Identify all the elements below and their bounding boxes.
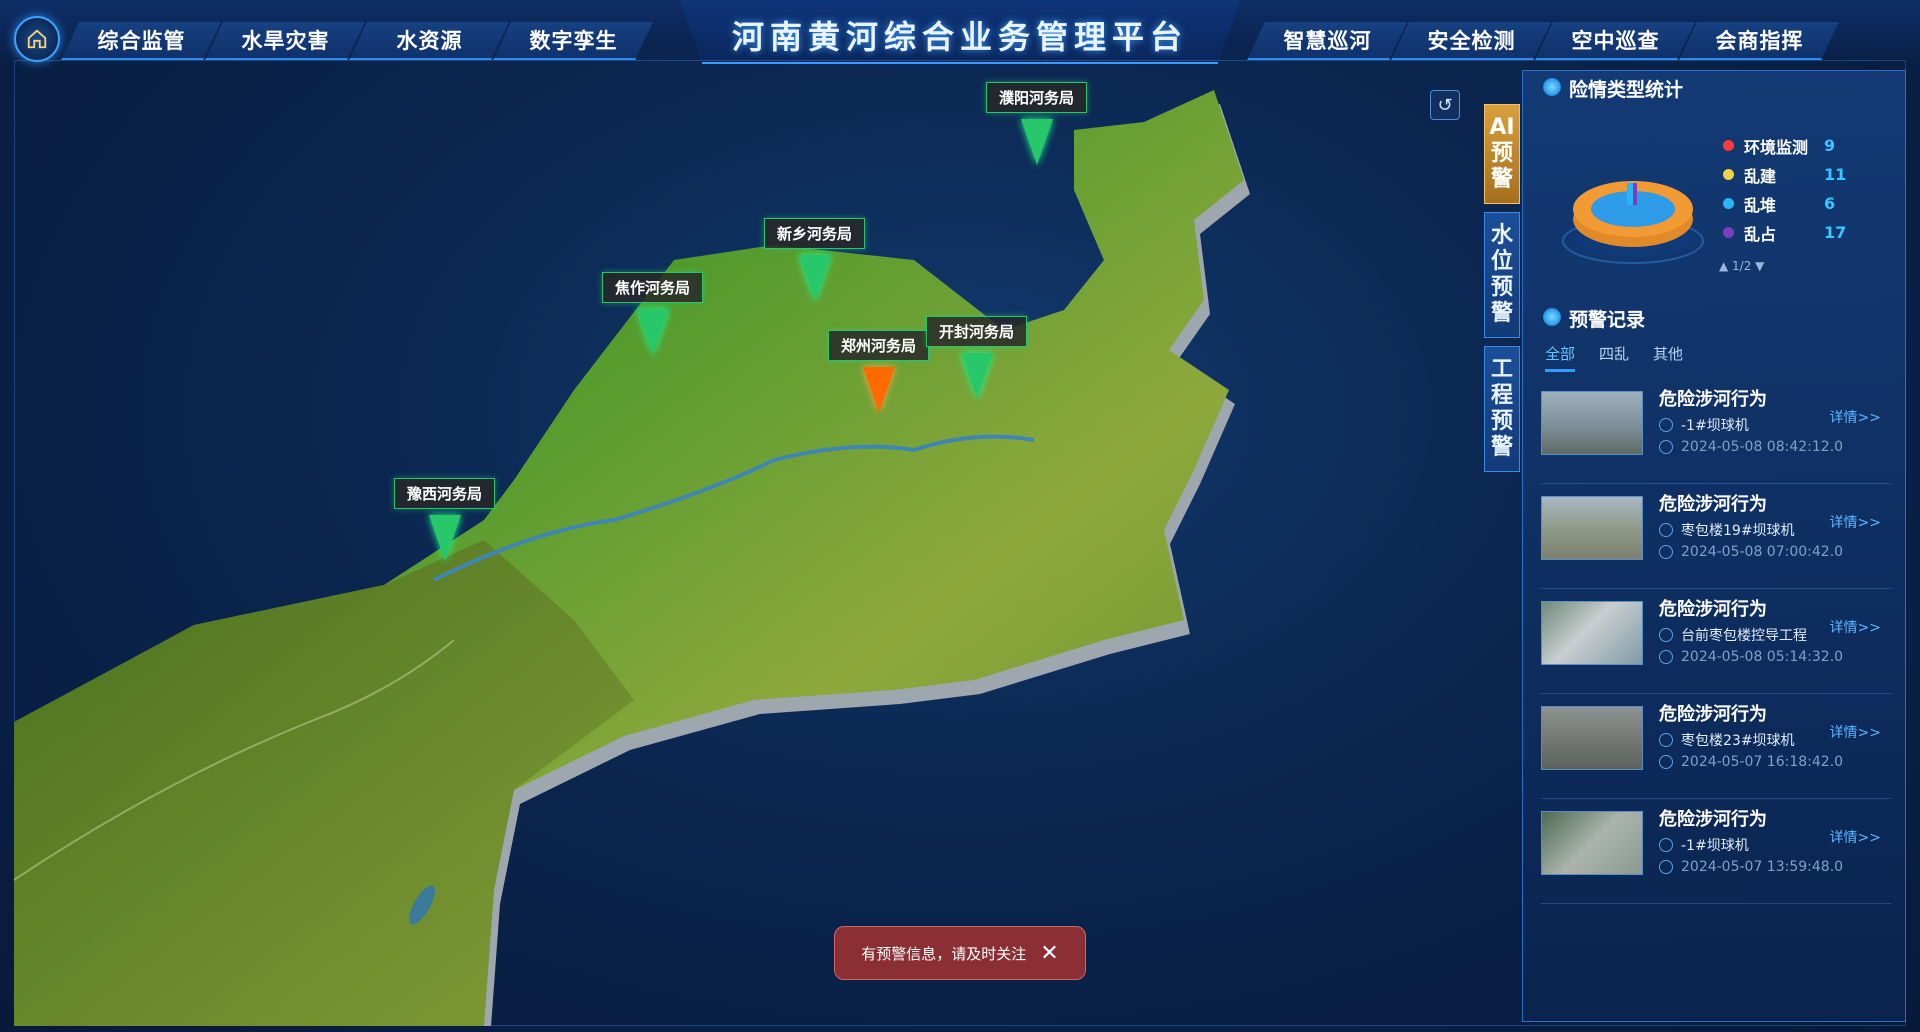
tab-consultation-command[interactable]: 会商指挥 (1679, 22, 1839, 60)
warning-record[interactable]: 危险涉河行为 -1#坝球机 2024-05-07 13:59:48.0 详情>> (1541, 803, 1891, 904)
marker-xinxiang[interactable]: 新乡河务局 (764, 218, 866, 301)
clock-icon (1659, 755, 1673, 769)
details-link[interactable]: 详情>> (1830, 407, 1881, 427)
marker-kaifeng[interactable]: 开封河务局 (926, 316, 1028, 399)
left-nav: 综合监管 水旱灾害 水资源 数字孪生 (61, 22, 653, 60)
henan-terrain (13, 90, 1250, 1032)
pin-icon (428, 515, 461, 561)
stats-title: 险情类型统计 (1543, 75, 1683, 102)
warning-record[interactable]: 危险涉河行为 枣包楼19#坝球机 2024-05-08 07:00:42.0 详… (1541, 488, 1891, 589)
marker-puyang[interactable]: 濮阳河务局 (986, 82, 1088, 165)
details-link[interactable]: 详情>> (1830, 512, 1881, 532)
tab-engineering-warning[interactable]: 工程预警 (1484, 346, 1520, 472)
legend-dot (1723, 140, 1734, 151)
warning-records: 危险涉河行为 -1#坝球机 2024-05-08 08:42:12.0 详情>>… (1541, 383, 1891, 908)
legend-dot (1723, 227, 1734, 238)
clock-icon (1659, 860, 1673, 874)
pin-icon (1020, 119, 1053, 165)
tab-water-level-warning[interactable]: 水位预警 (1484, 212, 1520, 338)
pin-icon (862, 367, 895, 413)
legend-item: 环境监测 9 (1723, 131, 1846, 160)
location-icon (1659, 418, 1673, 432)
warning-record[interactable]: 危险涉河行为 -1#坝球机 2024-05-08 08:42:12.0 详情>> (1541, 383, 1891, 484)
pin-icon (798, 255, 831, 301)
tab-smart-patrol[interactable]: 智慧巡河 (1247, 22, 1407, 60)
location-icon (1659, 628, 1673, 642)
tab-other[interactable]: 其他 (1653, 343, 1683, 372)
details-link[interactable]: 详情>> (1830, 827, 1881, 847)
details-link[interactable]: 详情>> (1830, 617, 1881, 637)
top-header: 综合监管 水旱灾害 水资源 数字孪生 河南黄河综合业务管理平台 智慧巡河 安全检… (0, 0, 1920, 64)
record-thumbnail (1541, 811, 1643, 875)
tab-flood-drought[interactable]: 水旱灾害 (205, 22, 365, 60)
right-nav: 智慧巡河 安全检测 空中巡查 会商指挥 (1247, 22, 1839, 60)
tab-safety-inspection[interactable]: 安全检测 (1391, 22, 1551, 60)
warning-toast: 有预警信息，请及时关注 ✕ (834, 926, 1086, 980)
marker-yuxi[interactable]: 豫西河务局 (394, 478, 496, 561)
pin-icon (960, 353, 993, 399)
legend-pager[interactable]: ▲ 1/2 ▼ (1719, 259, 1764, 273)
clock-icon (1659, 440, 1673, 454)
legend-dot (1723, 198, 1734, 209)
tab-all[interactable]: 全部 (1545, 343, 1576, 372)
warnings-title: 预警记录 (1543, 305, 1645, 332)
clock-icon (1659, 650, 1673, 664)
toast-message: 有预警信息，请及时关注 (861, 944, 1027, 963)
home-button[interactable] (14, 16, 60, 62)
clock-icon (1659, 545, 1673, 559)
tab-comprehensive-supervision[interactable]: 综合监管 (61, 22, 221, 60)
location-icon (1659, 838, 1673, 852)
refresh-button[interactable]: ↺ (1430, 90, 1460, 120)
warning-record[interactable]: 危险涉河行为 枣包楼23#坝球机 2024-05-07 16:18:42.0 详… (1541, 698, 1891, 799)
pin-icon (636, 309, 669, 355)
tab-digital-twin[interactable]: 数字孪生 (493, 22, 653, 60)
warnings-tabs: 全部 四乱 其他 (1545, 343, 1707, 372)
warning-record[interactable]: 危险涉河行为 台前枣包楼控导工程 2024-05-08 05:14:32.0 详… (1541, 593, 1891, 694)
record-thumbnail (1541, 601, 1643, 665)
tab-four-chaos[interactable]: 四乱 (1599, 343, 1629, 372)
page-title: 河南黄河综合业务管理平台 (731, 19, 1188, 55)
right-panel: 险情类型统计 环境监测 9 乱建 11 乱堆 6 乱占 17 ▲ 1/2 ▼ 预… (1522, 70, 1906, 1022)
tab-aerial-patrol[interactable]: 空中巡查 (1535, 22, 1695, 60)
record-thumbnail (1541, 496, 1643, 560)
warning-side-tabs: AI预警 水位预警 工程预警 (1484, 104, 1522, 480)
record-thumbnail (1541, 706, 1643, 770)
home-icon (27, 29, 47, 49)
record-thumbnail (1541, 391, 1643, 455)
tab-water-resources[interactable]: 水资源 (349, 22, 509, 60)
stats-legend: 环境监测 9 乱建 11 乱堆 6 乱占 17 (1723, 131, 1846, 247)
details-link[interactable]: 详情>> (1830, 722, 1881, 742)
marker-jiaozuo[interactable]: 焦作河务局 (602, 272, 704, 355)
close-icon[interactable]: ✕ (1040, 941, 1058, 966)
legend-dot (1723, 169, 1734, 180)
marker-zhengzhou[interactable]: 郑州河务局 (828, 330, 930, 413)
stats-donut-chart (1562, 181, 1704, 264)
tab-ai-warning[interactable]: AI预警 (1484, 104, 1520, 204)
legend-item: 乱堆 6 (1723, 189, 1846, 218)
refresh-icon: ↺ (1437, 94, 1453, 116)
location-icon (1659, 733, 1673, 747)
legend-item: 乱建 11 (1723, 160, 1846, 189)
terrain-map[interactable]: 濮阳河务局 新乡河务局 焦作河务局 郑州河务局 开封河务局 豫西河务局 (13, 60, 1514, 1032)
legend-item: 乱占 17 (1723, 218, 1846, 247)
location-icon (1659, 523, 1673, 537)
